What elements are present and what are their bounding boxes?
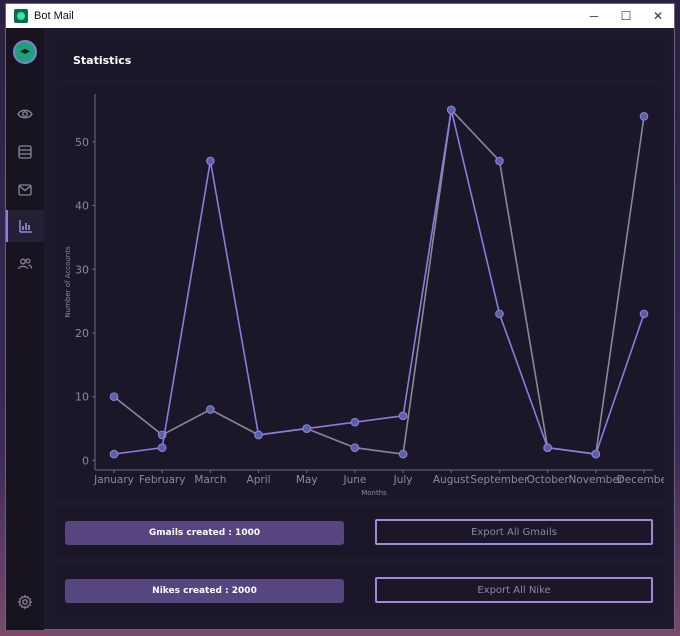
y-tick-label: 30 [75,263,89,276]
x-tick-label: November [569,474,624,486]
data-point [206,156,215,166]
data-point [206,405,215,414]
sidebar-item-view[interactable] [6,98,44,130]
data-point [109,392,119,402]
x-tick-label: October [527,474,570,486]
y-tick-label: 20 [75,327,89,340]
series-line [113,108,645,455]
data-point [398,449,408,459]
sidebar-item-users[interactable] [6,248,44,280]
x-tick-label: July [393,474,413,486]
sidebar-item-statistics[interactable] [6,210,44,242]
export-nikes-button[interactable]: Export All Nike [375,577,653,603]
x-axis-label: Months [361,489,387,497]
data-point [639,309,649,319]
window-title: Bot Mail [34,10,74,22]
users-icon [17,258,33,270]
gear-icon [17,594,33,610]
x-tick-label: June [342,474,366,486]
data-point [109,449,119,459]
data-point [591,449,601,459]
x-tick-label: January [93,474,134,486]
app-window: Bot Mail ─ ☐ ✕ ◂▸ Statistics 0 10 20 30 … [5,3,675,630]
x-tick-label: December [617,474,664,486]
accounts-line-chart: 0 10 20 30 40 50 January February March April May J… [64,94,672,497]
chart-panel: 0 10 20 30 40 50 January February March April May J… [56,86,672,500]
brand-logo-icon: ◂▸ [13,40,37,64]
y-tick-label: 50 [75,136,89,149]
maximize-button[interactable]: ☐ [610,4,642,28]
data-point [543,443,552,452]
close-button[interactable]: ✕ [642,4,674,28]
gmails-stat-panel: Gmails created : 1000 Export All Gmails [56,506,664,558]
bar-chart-icon [19,220,32,233]
page-title: Statistics [73,54,132,67]
minimize-button[interactable]: ─ [578,4,610,28]
data-point [254,430,263,440]
x-tick-label: April [247,474,271,486]
gmails-created-count: Gmails created : 1000 [65,521,344,545]
statistics-header: Statistics [56,40,664,80]
data-point [350,417,360,427]
data-point [157,443,167,452]
y-tick-label: 40 [75,200,89,213]
sidebar-item-database[interactable] [6,136,44,168]
y-axis-label: Number of Accounts [64,246,72,318]
data-point [398,411,408,421]
export-gmails-button[interactable]: Export All Gmails [375,519,653,545]
data-point [446,105,456,115]
sidebar-item-mail[interactable] [6,174,44,206]
sidebar: ◂▸ [6,28,44,630]
eye-icon [17,109,33,119]
data-point [302,424,312,433]
data-point [495,156,504,166]
x-tick-label: May [296,474,318,486]
data-point [350,443,360,452]
y-tick-label: 0 [82,454,89,467]
x-tick-label: February [139,474,186,486]
data-point [495,309,504,319]
nikes-created-count: Nikes created : 2000 [65,579,344,603]
x-tick-label: September [470,474,529,486]
data-point [639,112,649,121]
app-logo-icon [14,9,28,23]
x-tick-label: August [433,474,470,486]
series-line [113,109,645,455]
sidebar-item-settings[interactable] [6,586,44,618]
mail-icon [18,184,32,196]
y-tick-label: 10 [75,391,89,404]
title-bar: Bot Mail ─ ☐ ✕ [6,4,674,28]
nikes-stat-panel: Nikes created : 2000 Export All Nike [56,564,664,616]
database-icon [18,145,32,159]
x-tick-label: March [194,474,226,486]
